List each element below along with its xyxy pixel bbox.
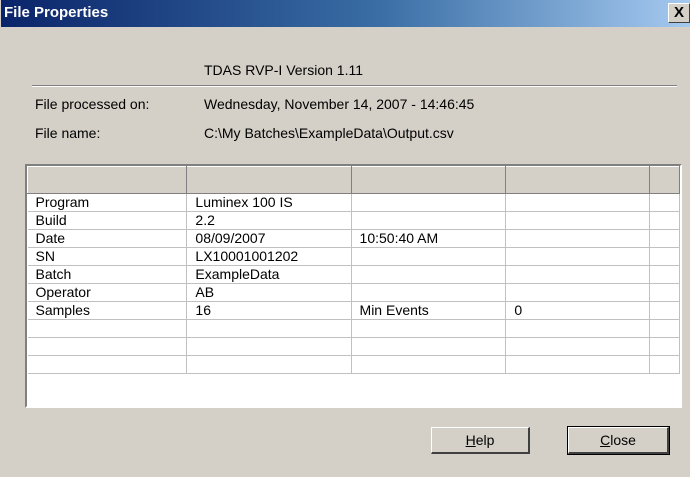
property-value-cell[interactable]	[649, 301, 680, 320]
property-name-cell[interactable]: SN	[27, 247, 188, 266]
window-title: File Properties	[4, 4, 109, 21]
property-value-cell[interactable]	[649, 247, 680, 266]
property-value-cell[interactable]: 2.2	[186, 211, 352, 230]
property-value-cell[interactable]	[505, 247, 651, 266]
property-value-cell[interactable]	[649, 229, 680, 248]
property-name-cell[interactable]	[27, 355, 188, 374]
property-value-cell[interactable]: ExampleData	[186, 265, 352, 284]
filename-label: File name:	[35, 125, 101, 141]
property-value-cell[interactable]	[351, 193, 507, 212]
property-value-cell[interactable]	[351, 283, 507, 302]
property-value-cell[interactable]	[649, 337, 680, 356]
property-value-cell[interactable]	[649, 265, 680, 284]
help-label: elp	[475, 432, 495, 448]
property-name-cell[interactable]	[27, 319, 188, 338]
column-header[interactable]	[186, 166, 352, 194]
property-name-cell[interactable]: Samples	[27, 301, 188, 320]
file-properties-dialog: File Properties X TDAS RVP-I Version 1.1…	[0, 0, 690, 477]
property-value-cell[interactable]	[505, 193, 651, 212]
column-header[interactable]	[505, 166, 651, 194]
title-bar[interactable]: File Properties X	[1, 0, 690, 27]
table-row[interactable]: Date 08/09/2007 10:50:40 AM	[27, 229, 680, 248]
property-value-cell[interactable]	[186, 355, 352, 374]
header-divider	[32, 85, 677, 87]
table-row[interactable]: Samples 16 Min Events 0	[27, 301, 680, 320]
table-row[interactable]	[27, 337, 680, 356]
help-button[interactable]: Help	[431, 427, 530, 454]
property-value-cell[interactable]: 16	[186, 301, 352, 320]
property-name-cell[interactable]: Program	[27, 193, 188, 212]
property-value-cell[interactable]	[505, 265, 651, 284]
property-name-cell[interactable]: Date	[27, 229, 188, 248]
table-row[interactable]: Operator AB	[27, 283, 680, 302]
property-value-cell[interactable]	[649, 211, 680, 230]
property-value-cell[interactable]	[351, 211, 507, 230]
property-value-cell[interactable]	[351, 337, 507, 356]
column-header[interactable]	[649, 166, 680, 194]
property-value-cell[interactable]	[351, 355, 507, 374]
close-icon[interactable]: X	[668, 3, 690, 23]
table-row[interactable]: Build 2.2	[27, 211, 680, 230]
property-value-cell[interactable]: 10:50:40 AM	[351, 229, 507, 248]
property-name-cell[interactable]: Build	[27, 211, 188, 230]
close-mnemonic: C	[600, 432, 611, 448]
property-name-cell[interactable]: Batch	[27, 265, 188, 284]
close-button[interactable]: Close	[567, 426, 670, 455]
column-header[interactable]	[27, 166, 188, 194]
property-value-cell[interactable]	[505, 283, 651, 302]
table-row[interactable]	[27, 355, 680, 374]
property-value-cell[interactable]	[505, 229, 651, 248]
column-header[interactable]	[350, 166, 507, 194]
processed-value: Wednesday, November 14, 2007 - 14:46:45	[204, 96, 475, 112]
property-value-cell[interactable]: 08/09/2007	[186, 229, 352, 248]
table-row[interactable]: SN LX10001001202	[27, 247, 680, 266]
property-value-cell[interactable]: Luminex 100 IS	[186, 193, 352, 212]
filename-value: C:\My Batches\ExampleData\Output.csv	[204, 125, 454, 141]
property-value-cell[interactable]	[186, 337, 352, 356]
property-value-cell[interactable]	[351, 247, 507, 266]
property-value-cell[interactable]	[649, 283, 680, 302]
table-row[interactable]	[27, 319, 680, 338]
table-row[interactable]: Program Luminex 100 IS	[27, 193, 680, 212]
property-value-cell[interactable]	[649, 193, 680, 212]
property-value-cell[interactable]: 0	[505, 301, 651, 320]
property-value-cell[interactable]: AB	[186, 283, 352, 302]
property-value-cell[interactable]	[649, 355, 680, 374]
property-value-cell[interactable]	[186, 319, 352, 338]
close-label: lose	[610, 432, 636, 448]
properties-table: Program Luminex 100 IS Build 2.2 Date 08/09/2…	[27, 166, 680, 374]
property-value-cell[interactable]	[649, 319, 680, 338]
property-value-cell[interactable]	[505, 319, 651, 338]
help-mnemonic: H	[465, 432, 476, 448]
property-value-cell[interactable]: Min Events	[351, 301, 507, 320]
processed-label: File processed on:	[35, 96, 150, 112]
property-value-cell[interactable]	[505, 355, 651, 374]
table-row[interactable]: Batch ExampleData	[27, 265, 680, 284]
property-value-cell[interactable]	[351, 265, 507, 284]
property-value-cell[interactable]	[351, 319, 507, 338]
property-value-cell[interactable]: LX10001001202	[186, 247, 352, 266]
properties-grid[interactable]: Program Luminex 100 IS Build 2.2 Date 08/09/2…	[25, 164, 682, 408]
property-value-cell[interactable]	[505, 211, 651, 230]
property-name-cell[interactable]	[27, 337, 188, 356]
property-name-cell[interactable]: Operator	[27, 283, 188, 302]
property-value-cell[interactable]	[505, 337, 651, 356]
grid-header-row	[27, 166, 680, 194]
version-text: TDAS RVP-I Version 1.11	[204, 62, 363, 78]
